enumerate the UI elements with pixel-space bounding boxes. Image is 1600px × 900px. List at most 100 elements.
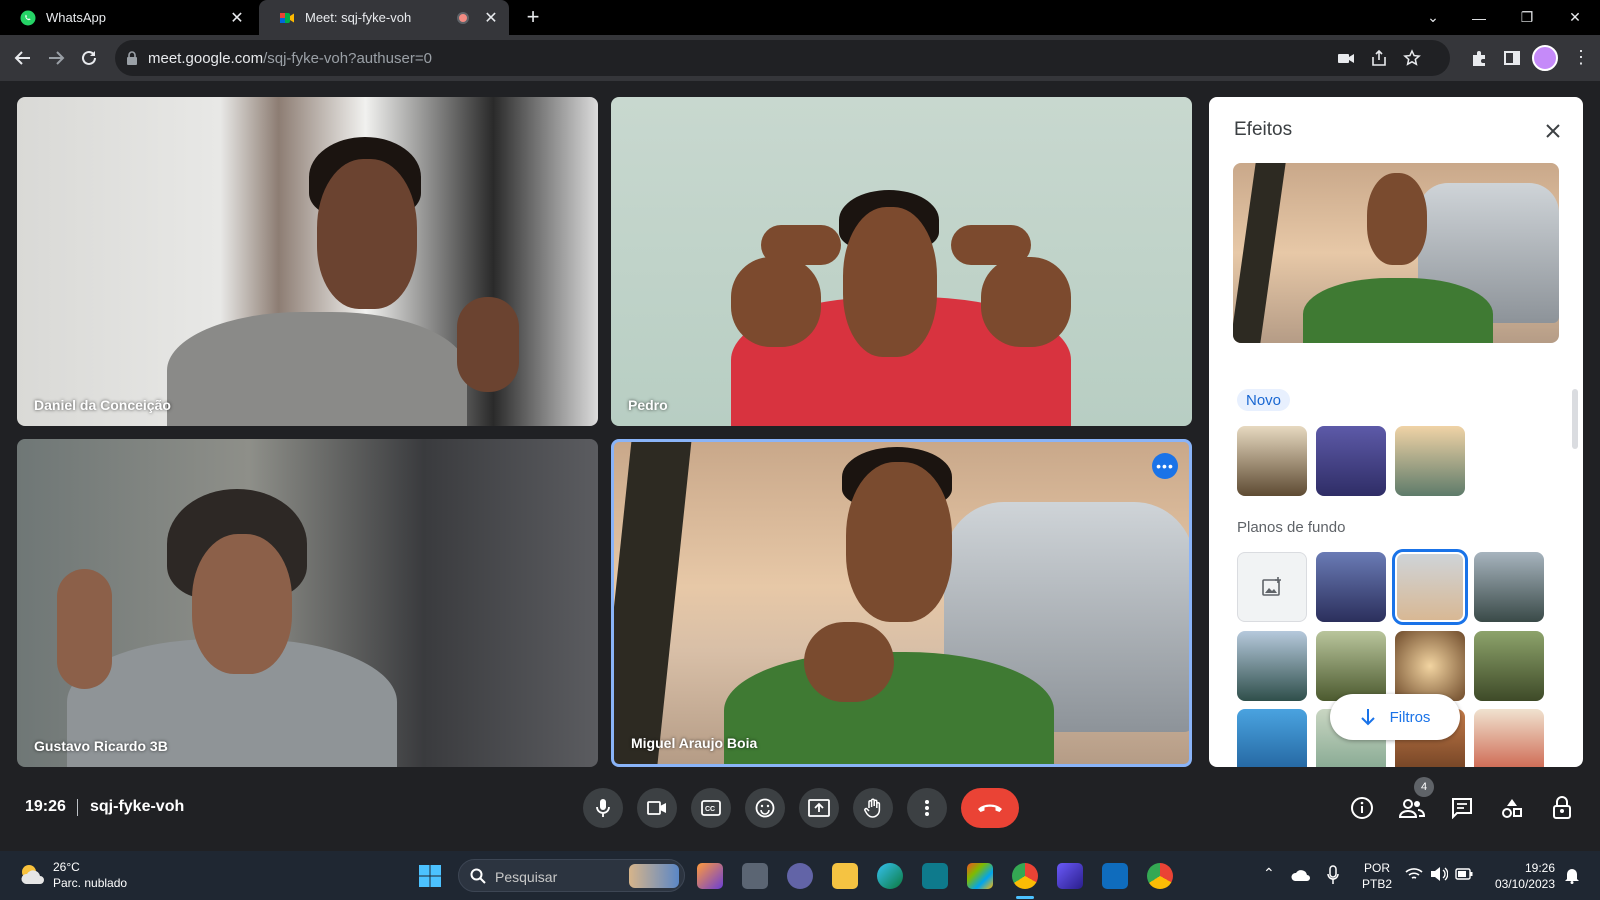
background-thumb-diner[interactable] [1474,709,1544,767]
browser-toolbar: meet.google.com/sqj-fyke-voh?authuser=0 … [0,35,1600,81]
app-icon-photos[interactable] [697,863,723,889]
background-thumb-greenhouse[interactable] [1474,552,1544,622]
restore-button[interactable]: ❐ [1504,0,1550,35]
tab-whatsapp[interactable]: WhatsApp ✕ [0,0,255,35]
upload-background-button[interactable] [1237,552,1307,622]
file-explorer-icon[interactable] [832,863,858,889]
palm-tree-background [614,442,692,764]
raise-hand-button[interactable] [853,788,893,828]
chevron-up-icon[interactable]: ⌃ [1263,865,1275,882]
microphone-button[interactable] [583,788,623,828]
effects-panel: Efeitos Novo Planos de fundo Filtros [1209,97,1583,767]
more-vertical-icon [925,800,929,816]
host-controls-button[interactable] [1547,792,1577,824]
close-icon [1546,124,1560,138]
reactions-button[interactable] [745,788,785,828]
video-tile-gustavo[interactable]: Gustavo Ricardo 3B [17,439,598,767]
active-app-indicator [1016,896,1034,899]
bookmark-star-icon[interactable] [1403,49,1421,67]
activities-shapes-icon [1502,799,1522,818]
arrow-right-icon [49,51,65,65]
chat-button[interactable] [1447,792,1477,824]
background-thumb-tree-house[interactable] [1474,631,1544,701]
forward-button[interactable] [41,43,71,73]
microsoft-store-icon[interactable] [967,863,993,889]
address-bar[interactable]: meet.google.com/sqj-fyke-voh?authuser=0 [115,40,1450,76]
input-language[interactable]: POR [1357,861,1397,875]
minimize-button[interactable]: — [1456,0,1502,35]
taskbar-clock-time[interactable]: 19:26 [1485,861,1555,875]
app-icon-video-editor[interactable] [1057,863,1083,889]
browser-menu-icon[interactable]: ⋮ [1572,47,1590,68]
tab-search-chevron-icon[interactable]: ⌄ [1410,0,1456,35]
participant-more-options-button[interactable]: ••• [1152,453,1178,479]
background-thumb-beach-camper[interactable] [1392,549,1468,625]
close-tab-icon[interactable]: ✕ [483,8,499,28]
partly-cloudy-icon[interactable] [18,862,46,888]
edge-browser-icon[interactable] [877,863,903,889]
close-window-button[interactable]: ✕ [1552,0,1598,35]
camera-button[interactable] [637,788,677,828]
recording-indicator-icon [457,11,469,24]
video-tile-daniel[interactable]: Daniel da Conceição [17,97,598,426]
filters-button[interactable]: Filtros [1330,694,1460,740]
notifications-bell-icon[interactable] [1564,866,1580,884]
meeting-details-button[interactable] [1347,792,1377,824]
outlook-icon[interactable] [1102,863,1128,889]
background-thumb-golden-tunnel[interactable] [1395,631,1465,701]
camera-in-use-icon[interactable] [1337,49,1355,67]
effect-thumb-misty-lake[interactable] [1395,426,1465,496]
onedrive-cloud-icon[interactable] [1291,868,1311,882]
side-panel-icon[interactable] [1503,49,1521,67]
battery-icon[interactable] [1455,868,1473,880]
url-text[interactable]: meet.google.com/sqj-fyke-voh?authuser=0 [148,50,432,67]
volume-icon[interactable] [1430,866,1448,882]
video-camera-icon [647,801,666,815]
chat-icon [1452,798,1472,819]
taskbar-search-box[interactable]: Pesquisar [458,859,685,892]
video-tile-pedro[interactable]: Pedro [611,97,1192,426]
leave-call-button[interactable] [961,788,1019,828]
weather-temperature[interactable]: 26°C [53,860,80,874]
panel-scrollbar[interactable] [1572,389,1578,449]
wifi-icon[interactable] [1405,867,1423,881]
people-button[interactable] [1397,792,1427,824]
video-tile-miguel[interactable]: ••• Miguel Araujo Boia [611,439,1192,767]
keyboard-layout[interactable]: PTB2 [1357,877,1397,891]
chrome-profile-icon[interactable] [1147,863,1173,889]
windows-start-icon[interactable] [418,864,442,888]
present-screen-button[interactable] [799,788,839,828]
share-icon[interactable] [1370,49,1388,67]
taskbar-clock-date[interactable]: 03/10/2023 [1485,877,1555,891]
close-tab-icon[interactable]: ✕ [229,8,245,28]
captions-button[interactable]: CC [691,788,731,828]
participant-video [167,312,467,426]
chrome-browser-icon[interactable] [1012,863,1038,889]
back-button[interactable] [8,43,38,73]
background-thumb-mountain-river[interactable] [1237,631,1307,701]
profile-avatar[interactable] [1532,45,1558,71]
new-tab-button[interactable]: + [520,4,546,30]
lock-icon[interactable] [126,51,138,65]
effect-thumb-halloween[interactable] [1316,426,1386,496]
weather-description[interactable]: Parc. nublado [53,876,127,890]
participant-name: Daniel da Conceição [34,397,171,413]
effect-thumb-cafe-patio[interactable] [1237,426,1307,496]
teams-chat-icon[interactable] [787,863,813,889]
reload-button[interactable] [74,43,104,73]
reload-icon [82,50,96,65]
background-thumb-tent-forest[interactable] [1316,631,1386,701]
close-effects-button[interactable] [1539,117,1567,145]
extensions-puzzle-icon[interactable] [1470,49,1488,67]
search-placeholder: Pesquisar [495,869,558,885]
search-highlight-icon [629,864,679,888]
background-thumb-underwater[interactable] [1237,709,1307,767]
microphone-tray-icon[interactable] [1327,865,1339,885]
task-view-icon[interactable] [742,863,768,889]
hand-icon [864,798,881,818]
activities-button[interactable] [1497,792,1527,824]
tab-meet[interactable]: Meet: sqj-fyke-voh ✕ [259,0,509,35]
app-icon-terminal[interactable] [922,863,948,889]
background-thumb-staircase[interactable] [1316,552,1386,622]
more-options-button[interactable] [907,788,947,828]
